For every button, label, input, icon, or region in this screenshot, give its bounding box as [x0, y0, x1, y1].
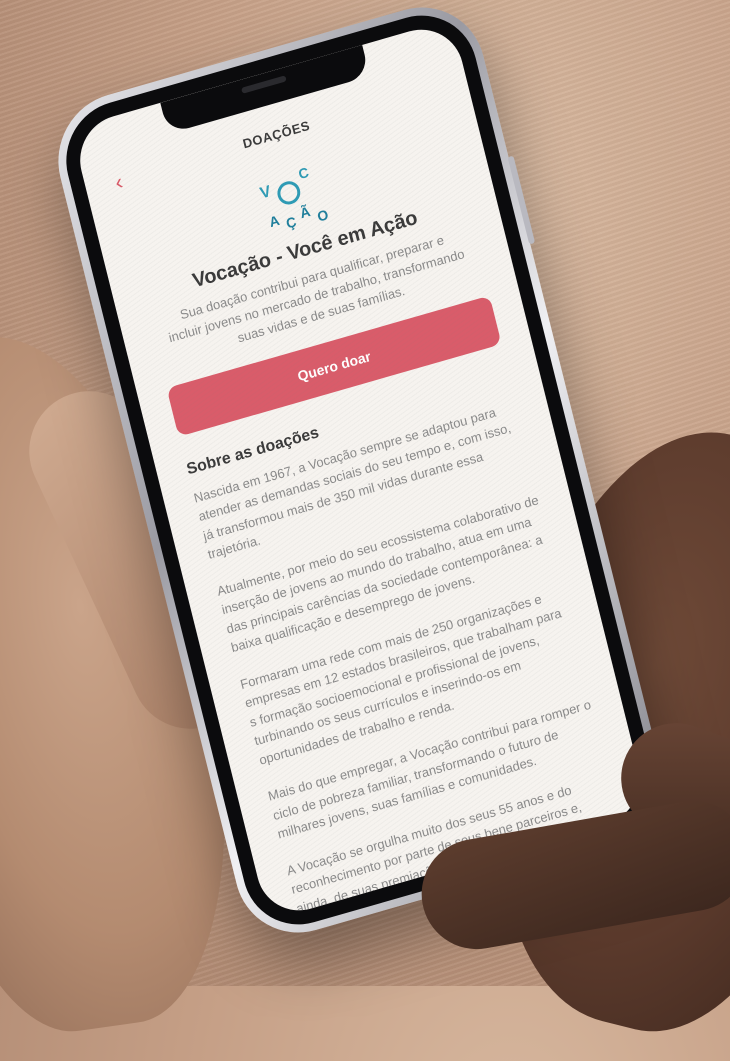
page-title: DOAÇÕES	[241, 117, 312, 152]
svg-text:O: O	[316, 206, 330, 225]
chevron-left-icon[interactable]: ‹	[112, 160, 148, 197]
svg-text:V: V	[258, 183, 273, 203]
svg-text:C: C	[297, 164, 311, 182]
svg-text:Ã: Ã	[298, 202, 312, 221]
svg-text:Ç: Ç	[284, 213, 298, 231]
svg-text:A: A	[267, 212, 281, 230]
vocacao-logo-icon: V C A Ç Ã O	[258, 164, 330, 232]
speaker-grille	[241, 75, 287, 94]
